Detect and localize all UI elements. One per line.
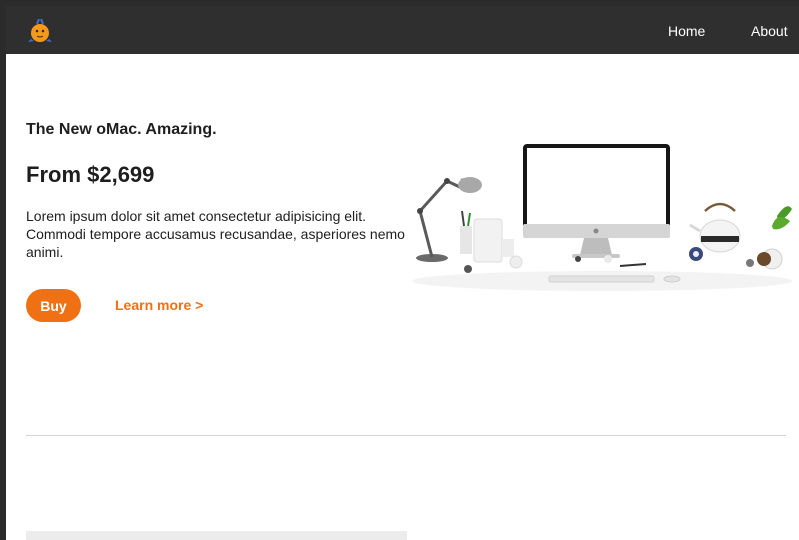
- hero-price: From $2,699: [26, 162, 155, 187]
- hero-tagline: The New oMac. Amazing.: [26, 121, 217, 138]
- desk-lamp-illustration: [416, 177, 482, 262]
- hero-description: Lorem ipsum dolor sit amet consectetur a…: [26, 208, 405, 260]
- teapot-illustration: [689, 202, 741, 253]
- omac-computer-illustration: [523, 144, 670, 258]
- nav-about-link[interactable]: About: [751, 23, 788, 39]
- plant-illustration: [772, 206, 792, 230]
- desk-setup-image: [412, 144, 792, 291]
- nav-home-link[interactable]: Home: [668, 23, 705, 39]
- next-section-card: [26, 531, 407, 540]
- top-navbar: Home About: [6, 6, 799, 54]
- orange-bird-logo-icon[interactable]: [26, 17, 54, 45]
- section-divider: [26, 435, 786, 436]
- learn-more-link[interactable]: Learn more >: [115, 297, 203, 313]
- page: Home About The New oMac. Amazing. From $…: [6, 6, 799, 540]
- buy-button[interactable]: Buy: [26, 289, 81, 322]
